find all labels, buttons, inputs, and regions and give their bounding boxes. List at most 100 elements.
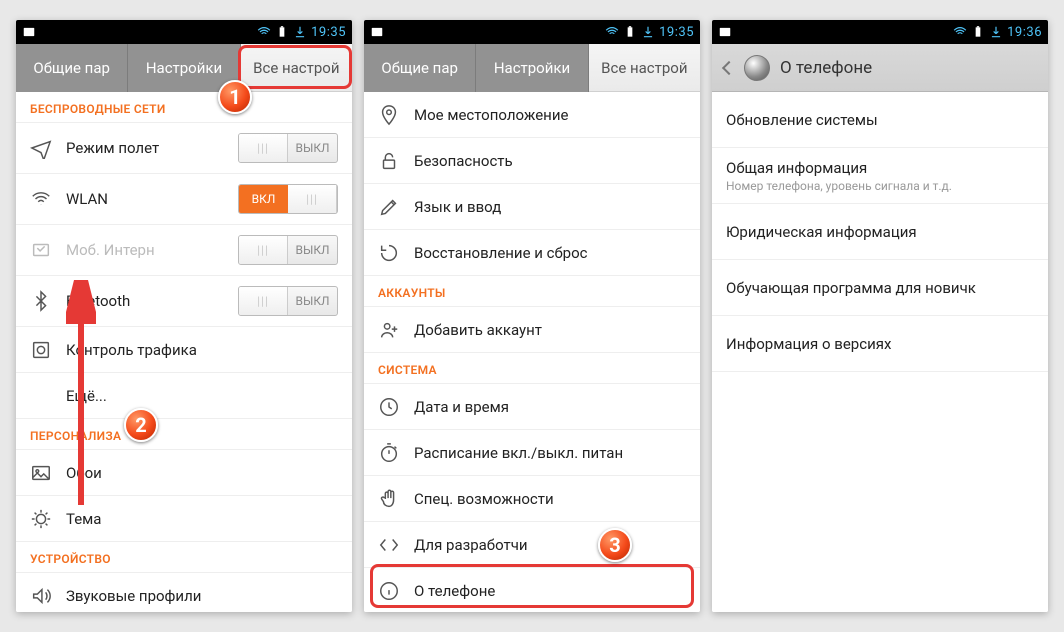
back-icon [722, 60, 736, 74]
airplane-icon [30, 137, 52, 159]
row-theme-label: Тема [66, 510, 338, 528]
tab-settings-label: Настройки [494, 59, 570, 77]
status-clock: 19:35 [659, 25, 694, 40]
airplane-toggle[interactable]: ВЫКЛ [238, 133, 338, 163]
pen-icon [378, 196, 400, 218]
image-icon [22, 25, 36, 39]
row-version-info[interactable]: Информация о версиях [712, 316, 1048, 372]
lock-icon [378, 150, 400, 172]
mobile-toggle[interactable]: ВЫКЛ [238, 235, 338, 265]
section-accounts: АККАУНТЫ [364, 276, 700, 307]
tab-all-settings[interactable]: Все настрой [589, 44, 700, 92]
row-wallpaper-label: Обои [66, 464, 338, 482]
row-more-label: Ещё... [66, 387, 338, 405]
location-icon [378, 104, 400, 126]
row-system-update[interactable]: Обновление системы [712, 92, 1048, 148]
bluetooth-toggle[interactable]: ВЫКЛ [238, 286, 338, 316]
download-icon [641, 25, 655, 39]
tab-general[interactable]: Общие пар [364, 44, 476, 92]
wallpaper-icon [30, 462, 52, 484]
row-tutorial[interactable]: Обучающая программа для новичк [712, 260, 1048, 316]
status-bar: 19:35 [16, 20, 352, 44]
row-developer[interactable]: Для разработчи [364, 522, 700, 568]
status-clock: 19:35 [311, 25, 346, 40]
battery-icon [623, 25, 637, 39]
row-language[interactable]: Язык и ввод [364, 184, 700, 230]
row-location-label: Мое местоположение [414, 106, 686, 124]
wifi-icon [257, 25, 271, 39]
status-clock: 19:36 [1007, 25, 1042, 40]
clock-icon [378, 396, 400, 418]
row-mobile-label: Моб. Интерн [66, 241, 224, 259]
row-add-account[interactable]: Добавить аккаунт [364, 307, 700, 353]
row-airplane-label: Режим полет [66, 139, 224, 157]
image-icon [370, 25, 384, 39]
reset-icon [378, 242, 400, 264]
row-traffic-label: Контроль трафика [66, 341, 338, 359]
hand-icon [378, 488, 400, 510]
wlan-toggle[interactable]: ВКЛ [238, 184, 338, 214]
wifi-row-icon [30, 188, 52, 210]
row-accessibility[interactable]: Спец. возможности [364, 476, 700, 522]
row-bluetooth[interactable]: Bluetooth ВЫКЛ [16, 276, 352, 327]
theme-icon [30, 508, 52, 530]
sound-icon [30, 585, 52, 607]
row-tutorial-label: Обучающая программа для новичк [726, 279, 1034, 297]
row-wlan[interactable]: WLAN ВКЛ [16, 174, 352, 225]
globe-icon [744, 55, 770, 81]
row-date-label: Дата и время [414, 398, 686, 416]
tab-general-label: Общие пар [33, 59, 109, 77]
row-info-label: Общая информация [726, 159, 1034, 177]
phone-3: 19:36 О телефоне Обновление системы Обща… [712, 20, 1048, 612]
tab-all-settings[interactable]: Все настрой [241, 44, 352, 92]
row-sound[interactable]: Звуковые профили [16, 573, 352, 612]
row-wallpaper[interactable]: Обои [16, 450, 352, 496]
row-dev-label: Для разработчи [414, 536, 686, 554]
image-icon [718, 25, 732, 39]
section-device: УСТРОЙСТВО [16, 542, 352, 573]
row-wlan-label: WLAN [66, 190, 224, 208]
row-about-label: О телефоне [414, 582, 686, 600]
row-security[interactable]: Безопасность [364, 138, 700, 184]
row-version-label: Информация о версиях [726, 335, 1034, 353]
tab-general[interactable]: Общие пар [16, 44, 128, 92]
tab-bar: Общие пар Настройки Все настрой [16, 44, 352, 92]
row-airplane[interactable]: Режим полет ВЫКЛ [16, 123, 352, 174]
phone-2: 19:35 Общие пар Настройки Все настрой Мо… [364, 20, 700, 612]
row-update-label: Обновление системы [726, 111, 1034, 129]
row-reset[interactable]: Восстановление и сброс [364, 230, 700, 276]
status-bar: 19:35 [364, 20, 700, 44]
row-date-time[interactable]: Дата и время [364, 384, 700, 430]
wifi-icon [953, 25, 967, 39]
row-info-sub: Номер телефона, уровень сигнала и т.д. [726, 179, 1034, 193]
tab-settings[interactable]: Настройки [476, 44, 588, 92]
status-bar: 19:36 [712, 20, 1048, 44]
row-bluetooth-label: Bluetooth [66, 292, 224, 310]
row-about-phone[interactable]: О телефоне [364, 568, 700, 612]
row-traffic[interactable]: Контроль трафика [16, 327, 352, 373]
row-theme[interactable]: Тема [16, 496, 352, 542]
tab-settings-label: Настройки [146, 59, 222, 77]
tab-all-settings-label: Все настрой [253, 59, 339, 77]
row-add-account-label: Добавить аккаунт [414, 321, 686, 339]
download-icon [293, 25, 307, 39]
stopwatch-icon [378, 442, 400, 464]
phone-1: 19:35 Общие пар Настройки Все настрой БЕ… [16, 20, 352, 612]
about-list: Обновление системы Общая информация Номе… [712, 92, 1048, 612]
row-location[interactable]: Мое местоположение [364, 92, 700, 138]
tab-bar: Общие пар Настройки Все настрой [364, 44, 700, 92]
wifi-icon [605, 25, 619, 39]
blank-icon [30, 385, 52, 407]
row-mobile-data[interactable]: Моб. Интерн ВЫКЛ [16, 225, 352, 276]
row-legal[interactable]: Юридическая информация [712, 204, 1048, 260]
tab-settings[interactable]: Настройки [128, 44, 240, 92]
section-personalization: ПЕРСОНАЛИЗА [16, 419, 352, 450]
settings-list: БЕСПРОВОДНЫЕ СЕТИ Режим полет ВЫКЛ WLAN … [16, 92, 352, 612]
section-wireless: БЕСПРОВОДНЫЕ СЕТИ [16, 92, 352, 123]
about-header[interactable]: О телефоне [712, 44, 1048, 92]
row-more[interactable]: Ещё... [16, 373, 352, 419]
row-schedule[interactable]: Расписание вкл./выкл. питан [364, 430, 700, 476]
row-general-info[interactable]: Общая информация Номер телефона, уровень… [712, 148, 1048, 204]
info-icon [378, 580, 400, 602]
row-security-label: Безопасность [414, 152, 686, 170]
